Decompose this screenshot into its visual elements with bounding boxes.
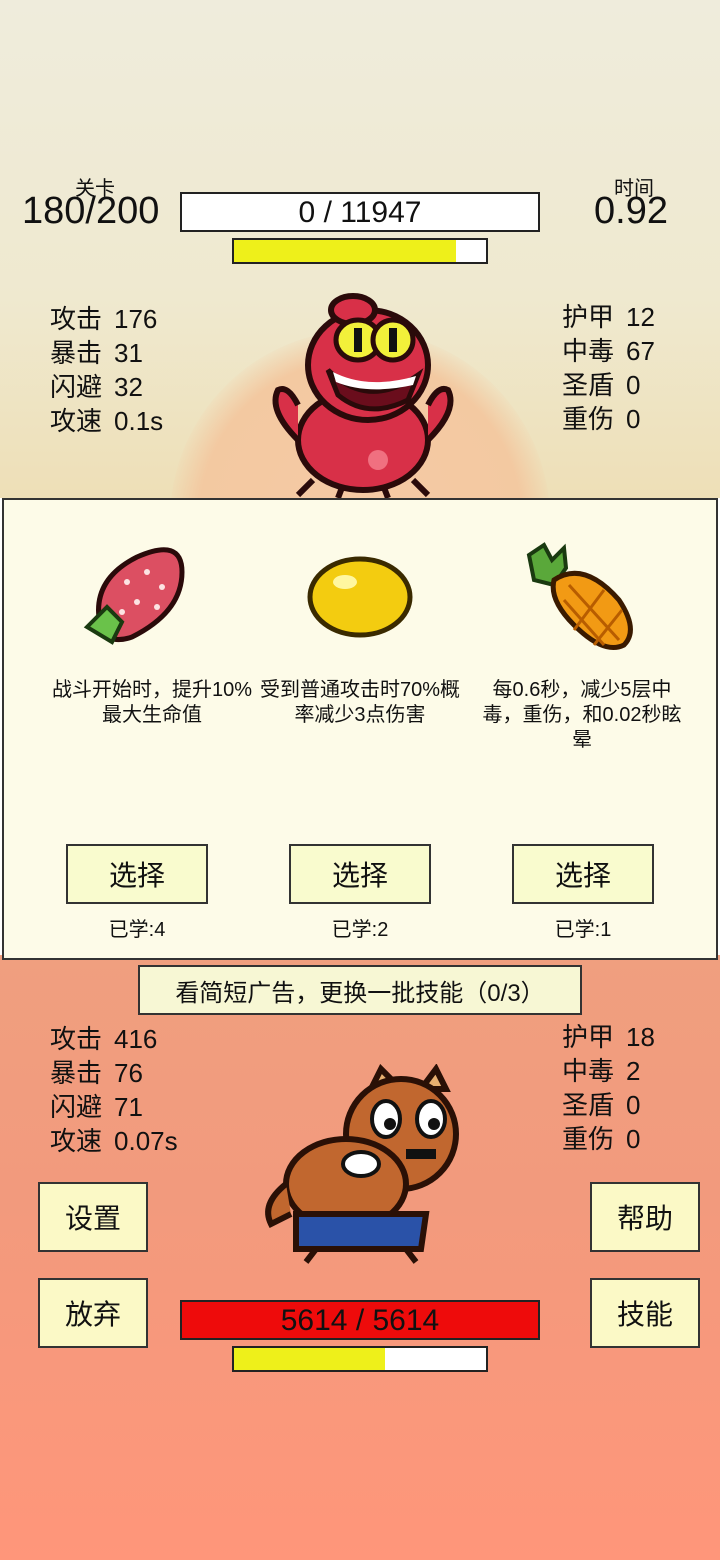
learned-count-1: 已学:4 <box>108 919 166 941</box>
player-stats-right: 护甲 18 中毒 2 圣盾 0 重伤 0 <box>562 1020 655 1156</box>
stat-name: 暴击 <box>50 1058 103 1088</box>
player-energy-bar <box>232 1346 488 1372</box>
watch-ad-refresh-button[interactable]: 看简短广告，更换一批技能（0/3） <box>138 965 582 1015</box>
stat-name: 闪避 <box>50 1092 103 1122</box>
enemy-hp-text: 0 / 11947 <box>298 196 422 229</box>
stage-value: 180/200 <box>22 190 160 232</box>
stat-name: 中毒 <box>562 336 615 366</box>
stat-value: 0 <box>626 370 641 400</box>
player-hp-text: 5614 / 5614 <box>280 1304 440 1337</box>
help-button[interactable]: 帮助 <box>590 1182 700 1252</box>
enemy-stats-right: 护甲 12 中毒 67 圣盾 0 重伤 0 <box>562 300 655 436</box>
stat-value: 31 <box>114 338 143 368</box>
enemy-hp-bar: 0 / 11947 <box>180 192 540 232</box>
lemon-icon <box>307 556 413 638</box>
stat-value: 416 <box>114 1024 158 1054</box>
stat-name: 重伤 <box>562 1124 615 1154</box>
stat-value: 71 <box>114 1092 143 1122</box>
select-button-2[interactable]: 选择 <box>289 844 431 904</box>
stat-name: 圣盾 <box>562 370 615 400</box>
stat-value: 76 <box>114 1058 143 1088</box>
stat-name: 护甲 <box>562 1022 615 1052</box>
stat-name: 护甲 <box>562 302 615 332</box>
stat-value: 18 <box>626 1022 655 1052</box>
choice-desc: 战斗开始时，提升10%最大生命值 <box>51 679 253 726</box>
choice-card-2: 受到普通攻击时70%概率减少3点伤害 <box>250 678 470 728</box>
stat-value: 67 <box>626 336 655 366</box>
player-hp-bar: 5614 / 5614 <box>180 1300 540 1340</box>
stat-name: 暴击 <box>50 338 103 368</box>
strawberry-icon <box>83 547 185 645</box>
stat-value: 2 <box>626 1056 641 1086</box>
stat-name: 攻速 <box>50 406 103 436</box>
stat-value: 32 <box>114 372 143 402</box>
player-creature-sprite <box>265 1064 459 1264</box>
skills-button[interactable]: 技能 <box>590 1278 700 1348</box>
red-monster-sprite <box>272 293 454 500</box>
choice-card-1: 战斗开始时，提升10%最大生命值 <box>42 678 262 728</box>
pineapple-icon <box>526 542 633 650</box>
stat-name: 攻速 <box>50 1126 103 1156</box>
stat-name: 攻击 <box>50 1024 103 1054</box>
stat-name: 重伤 <box>562 404 615 434</box>
choice-card-3: 每0.6秒，减少5层中毒，重伤，和0.02秒眩晕 <box>472 678 692 753</box>
stat-name: 中毒 <box>562 1056 615 1086</box>
stat-value: 0 <box>626 1124 641 1154</box>
player-energy-fill <box>234 1348 386 1370</box>
stat-name: 闪避 <box>50 372 103 402</box>
stat-name: 攻击 <box>50 304 103 334</box>
enemy-stats-left: 攻击 176 暴击 31 闪避 32 攻速 0.1s <box>50 302 163 438</box>
select-button-1[interactable]: 选择 <box>66 844 208 904</box>
stat-value: 0.07s <box>114 1126 178 1156</box>
stat-value: 0 <box>626 404 641 434</box>
enemy-energy-fill <box>234 240 456 262</box>
stat-value: 12 <box>626 302 655 332</box>
settings-button[interactable]: 设置 <box>38 1182 148 1252</box>
player-stats-left: 攻击 416 暴击 76 闪避 71 攻速 0.07s <box>50 1022 178 1158</box>
give-up-button[interactable]: 放弃 <box>38 1278 148 1348</box>
stat-value: 0.1s <box>114 406 164 436</box>
learned-count-2: 已学:2 <box>331 919 389 941</box>
stat-value: 0 <box>626 1090 641 1120</box>
choice-desc: 受到普通攻击时70%概率减少3点伤害 <box>259 679 461 726</box>
time-value: 0.92 <box>594 190 668 232</box>
enemy-energy-bar <box>232 238 488 264</box>
select-button-3[interactable]: 选择 <box>512 844 654 904</box>
choice-desc: 每0.6秒，减少5层中毒，重伤，和0.02秒眩晕 <box>482 679 682 751</box>
stat-value: 176 <box>114 304 158 334</box>
stat-name: 圣盾 <box>562 1090 615 1120</box>
learned-count-3: 已学:1 <box>554 919 612 941</box>
